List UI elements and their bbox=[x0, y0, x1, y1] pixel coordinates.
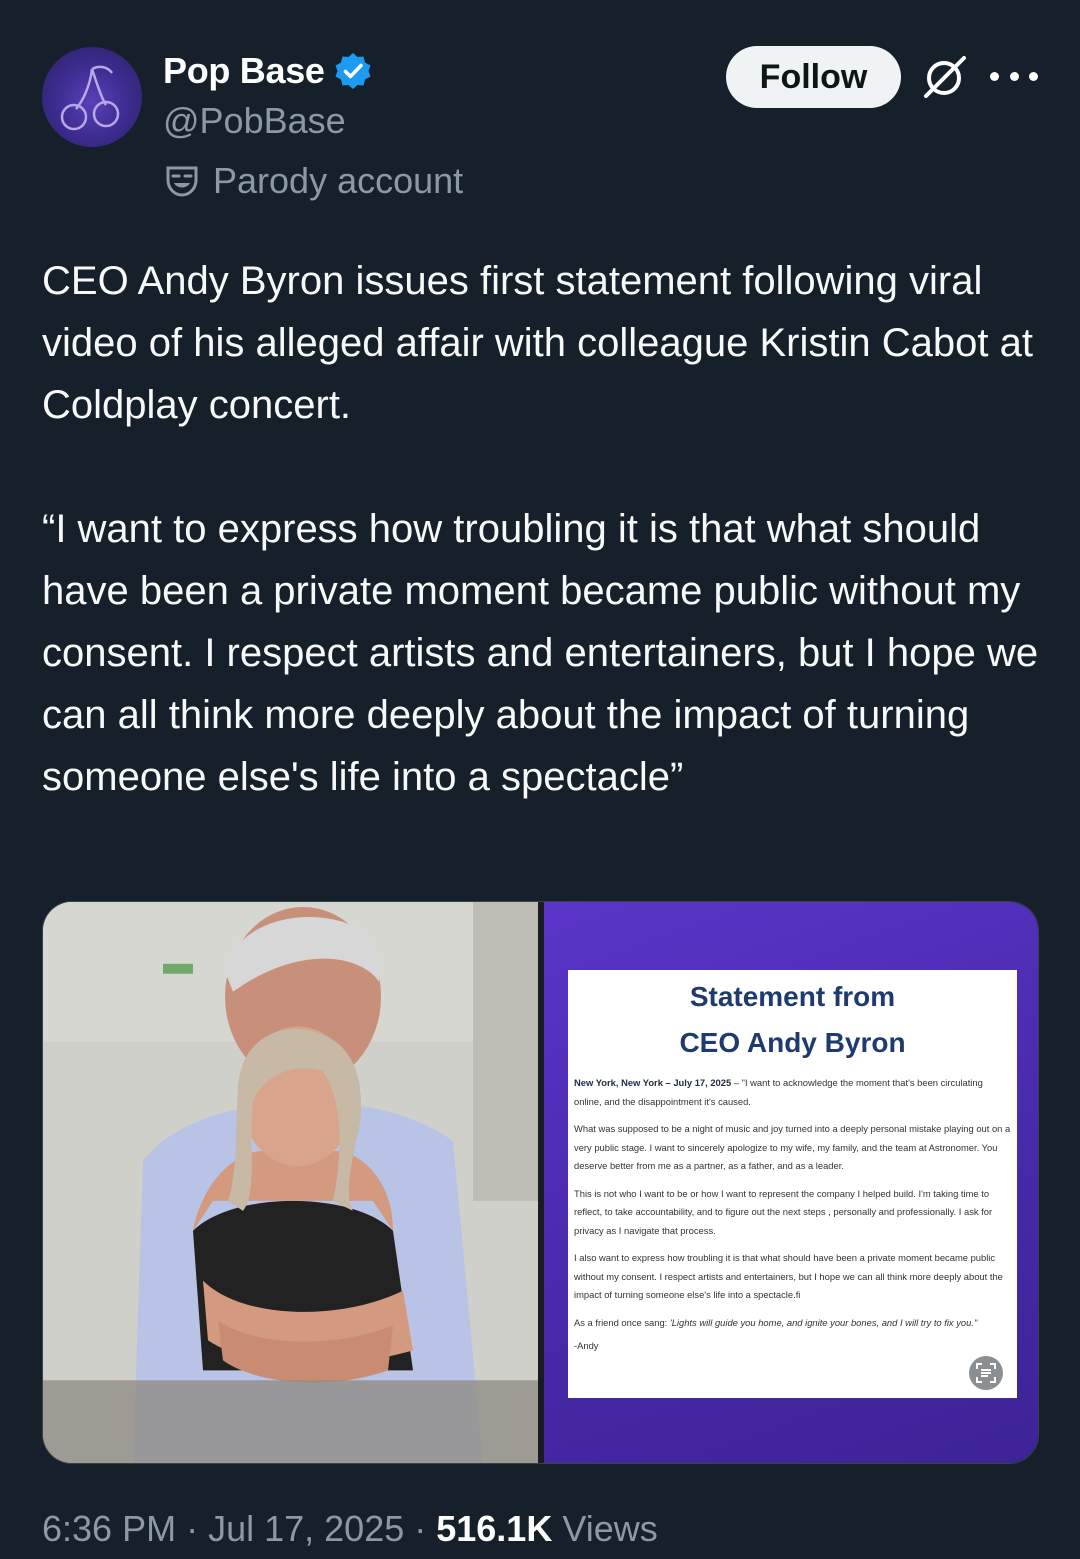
more-dot-icon bbox=[1009, 71, 1019, 81]
tweet-date[interactable]: Jul 17, 2025 bbox=[208, 1508, 404, 1550]
follow-button[interactable]: Follow bbox=[726, 46, 901, 108]
meta-separator: · bbox=[404, 1508, 437, 1549]
statement-paragraph-2: What was supposed to be a night of music… bbox=[574, 1123, 1011, 1171]
statement-title-line2: CEO Andy Byron bbox=[679, 1027, 906, 1058]
statement-paragraph-5: As a friend once sang: 'Lights will guid… bbox=[574, 1314, 1011, 1333]
tweet-time[interactable]: 6:36 PM bbox=[42, 1508, 176, 1550]
parody-label-row: Parody account bbox=[165, 160, 463, 202]
more-dot-icon bbox=[990, 71, 999, 81]
media-photo[interactable] bbox=[43, 902, 538, 1463]
statement-paragraph-4: I also want to express how troubling it … bbox=[574, 1252, 1003, 1300]
parody-mask-icon bbox=[166, 166, 198, 197]
statement-document: Statement from CEO Andy Byron New York, … bbox=[568, 970, 1017, 1398]
display-name[interactable]: Pop Base bbox=[163, 50, 325, 92]
statement-dateline: New York, New York – July 17, 2025 bbox=[574, 1077, 732, 1088]
tweet-meta: 6:36 PM · Jul 17, 2025 · 516.1K Views bbox=[42, 1508, 658, 1550]
verified-badge-icon bbox=[335, 53, 371, 89]
text-scan-icon[interactable] bbox=[969, 1356, 1003, 1390]
statement-title-line1: Statement from bbox=[689, 981, 896, 1012]
statement-p5-quote: 'Lights will guide you home, and ignite … bbox=[669, 1316, 978, 1328]
scan-glyph-icon bbox=[976, 1363, 996, 1383]
author-name-row[interactable]: Pop Base bbox=[163, 50, 373, 92]
statement-title: Statement from CEO Andy Byron bbox=[574, 970, 1011, 1066]
grok-icon[interactable] bbox=[920, 52, 970, 102]
statement-paragraph-1: New York, New York – July 17, 2025 – "I … bbox=[574, 1074, 1011, 1111]
avatar[interactable] bbox=[42, 47, 142, 147]
statement-signature: -Andy bbox=[574, 1340, 599, 1351]
statement-paragraph-3: This is not who I want to be or how I wa… bbox=[574, 1187, 993, 1236]
photo-illustration bbox=[43, 902, 538, 1463]
tweet-text: CEO Andy Byron issues first statement fo… bbox=[42, 259, 1039, 799]
meta-separator: · bbox=[176, 1508, 209, 1549]
tweet-detail: Pop Base @PobBase Parody account Follow … bbox=[0, 0, 1080, 1559]
handle[interactable]: @PobBase bbox=[163, 100, 346, 142]
more-dot-icon bbox=[1029, 71, 1038, 81]
cherry-icon bbox=[60, 65, 120, 131]
statement-p5-prefix: As a friend once sang: bbox=[574, 1316, 670, 1328]
media-grid: Statement from CEO Andy Byron New York, … bbox=[42, 901, 1039, 1464]
views-label: Views bbox=[552, 1508, 658, 1549]
parody-account-label: Parody account bbox=[213, 160, 464, 201]
media-statement-image[interactable]: Statement from CEO Andy Byron New York, … bbox=[544, 902, 1038, 1463]
more-options-icon[interactable] bbox=[990, 58, 1038, 94]
views-count: 516.1K bbox=[436, 1508, 553, 1549]
